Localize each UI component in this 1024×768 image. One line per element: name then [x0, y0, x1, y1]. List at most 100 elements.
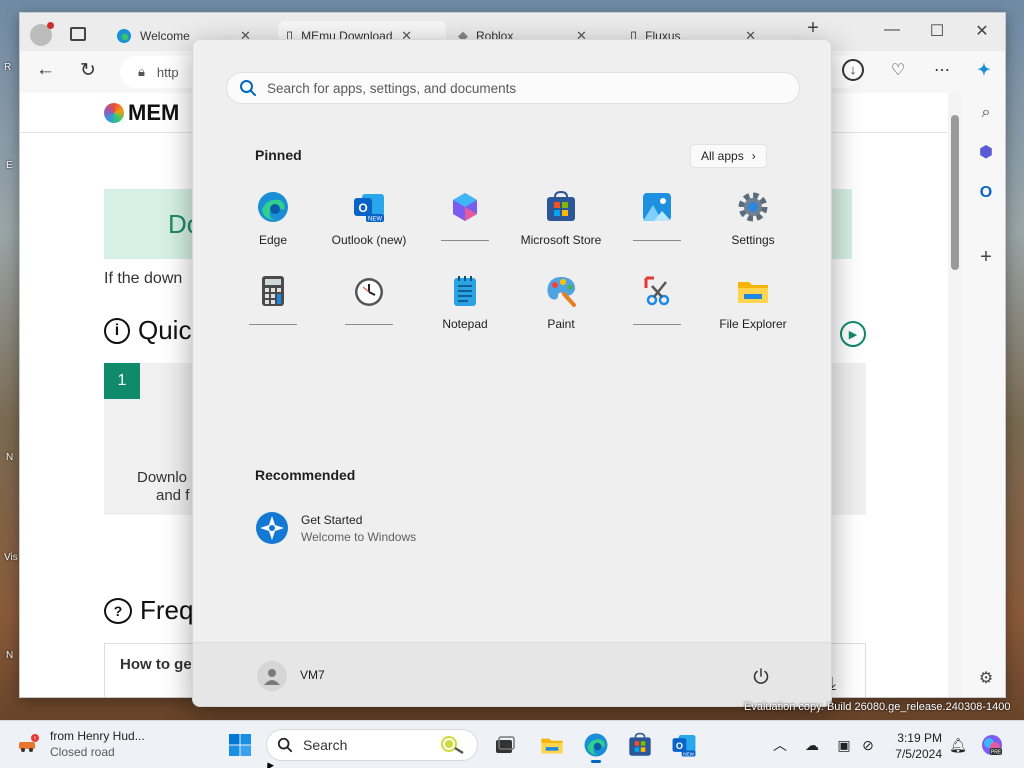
- desktop-icon-label: E: [6, 160, 13, 171]
- taskbar-outlook[interactable]: O NEW: [668, 729, 700, 761]
- photos-icon: [640, 190, 674, 224]
- start-button[interactable]: [224, 729, 256, 761]
- pinned-app-settings[interactable]: Settings: [705, 188, 801, 266]
- copilot-icon[interactable]: ✦: [972, 59, 996, 83]
- calculator-icon: [256, 274, 290, 308]
- recommended-item-get-started[interactable]: Get Started Welcome to Windows: [255, 511, 416, 545]
- clock-time: 3:19 PM: [897, 731, 942, 745]
- taskbar-microsoft-store[interactable]: [624, 729, 656, 761]
- downloads-icon[interactable]: ↓: [842, 59, 864, 81]
- pinned-app-microsoft-store[interactable]: Microsoft Store: [513, 188, 609, 266]
- window-close-button[interactable]: ✕: [967, 21, 997, 41]
- app-label: [633, 240, 681, 241]
- pinned-app-snipping-tool[interactable]: [609, 272, 705, 350]
- taskbar-search-label: Search: [303, 737, 348, 753]
- user-avatar[interactable]: [257, 661, 287, 691]
- pinned-app-calculator[interactable]: [225, 272, 321, 350]
- user-icon: [264, 669, 280, 685]
- app-label: [345, 324, 393, 325]
- pinned-app-copilot[interactable]: [417, 188, 513, 266]
- taskbar-edge[interactable]: [580, 729, 612, 763]
- outlook-icon: ONEW: [352, 190, 386, 224]
- settings-icon: [736, 190, 770, 224]
- more-icon[interactable]: ⋯: [930, 59, 954, 83]
- pinned-app-clock[interactable]: [321, 272, 417, 350]
- taskbar-search[interactable]: Search: [266, 729, 478, 761]
- task-view-icon: [496, 736, 515, 753]
- copilot-icon: [448, 190, 482, 224]
- app-label: [441, 240, 489, 241]
- cloud-offline-icon[interactable]: ☁: [802, 735, 822, 755]
- running-indicator: [591, 760, 601, 763]
- clock-date: 7/5/2024: [895, 747, 942, 761]
- search-highlight-icon: [437, 733, 471, 758]
- app-label: Notepad: [442, 317, 488, 331]
- search-icon: [240, 80, 256, 96]
- user-name[interactable]: VM7: [300, 668, 325, 682]
- taskbar-file-explorer[interactable]: [536, 729, 568, 761]
- recommended-title-text: Get Started: [301, 512, 363, 527]
- lock-icon: 🔒︎: [138, 64, 145, 79]
- gear-icon[interactable]: ⚙: [974, 667, 998, 691]
- pinned-app-outlook[interactable]: O NEW Outlook (new): [321, 188, 417, 266]
- store-icon: [544, 190, 578, 224]
- power-icon: [753, 668, 769, 684]
- pinned-app-edge[interactable]: Edge: [225, 188, 321, 266]
- recommended-title: Recommended: [255, 467, 356, 483]
- outlook-sidebar-icon[interactable]: O: [974, 181, 998, 205]
- notepad-icon: [448, 274, 482, 308]
- question-icon: ?: [104, 597, 132, 624]
- pinned-app-notepad[interactable]: Notepad: [417, 272, 513, 350]
- power-button[interactable]: [748, 663, 774, 689]
- system-clock[interactable]: 3:19 PM 7/5/2024: [886, 730, 942, 762]
- tab-actions-icon[interactable]: [70, 27, 86, 41]
- notification-bell-icon[interactable]: 🔔︎: [948, 735, 968, 755]
- search-icon: [277, 737, 293, 753]
- svg-text:NEW: NEW: [683, 751, 694, 756]
- minimize-button[interactable]: —: [877, 21, 907, 39]
- display-icon[interactable]: ▣: [834, 735, 854, 755]
- notification-dot: [47, 22, 54, 29]
- scrollbar-thumb[interactable]: [951, 115, 959, 270]
- paint-icon: [544, 274, 578, 308]
- step-text: and f: [156, 487, 190, 504]
- pinned-app-photos[interactable]: [609, 188, 705, 266]
- app-label: Paint: [547, 317, 575, 331]
- new-tab-button[interactable]: +: [798, 17, 828, 40]
- site-logo[interactable]: MEM: [104, 100, 179, 126]
- task-view-button[interactable]: [489, 729, 521, 761]
- start-search-box[interactable]: [226, 72, 800, 104]
- svg-text:O: O: [676, 741, 683, 751]
- play-icon[interactable]: ▶: [840, 321, 866, 347]
- network-icon[interactable]: ⊘: [858, 735, 878, 755]
- app-label: Microsoft Store: [520, 233, 602, 247]
- pinned-app-file-explorer[interactable]: File Explorer: [705, 272, 801, 350]
- traffic-alert-icon: !: [19, 734, 39, 752]
- search-icon[interactable]: ⌕: [974, 101, 998, 125]
- weather-widget[interactable]: ! from Henry Hud... Closed road: [16, 729, 145, 759]
- maximize-button[interactable]: ☐: [922, 21, 952, 41]
- url-text: http: [156, 64, 179, 80]
- chevron-up-icon[interactable]: ︿: [770, 735, 790, 755]
- step-number: 1: [104, 363, 140, 399]
- copilot-sidebar-icon[interactable]: ⬢: [974, 141, 998, 165]
- copilot-pre-icon[interactable]: PRE: [980, 735, 1004, 756]
- chevron-right-icon: ›: [751, 149, 756, 163]
- pinned-app-paint[interactable]: Paint: [513, 272, 609, 350]
- add-icon[interactable]: +: [974, 245, 998, 269]
- desktop-icon-label: Vis: [4, 552, 18, 563]
- desktop-icon-label: R: [4, 62, 12, 73]
- start-search-input[interactable]: [267, 80, 767, 96]
- app-label: Edge: [258, 233, 288, 247]
- refresh-icon[interactable]: ↻: [80, 59, 96, 82]
- browser-essentials-icon[interactable]: ♡: [886, 59, 910, 83]
- page-scrollbar[interactable]: [948, 93, 962, 697]
- get-started-icon: [256, 512, 288, 544]
- snipping-tool-icon: [640, 274, 674, 308]
- logo-text: MEM: [128, 100, 180, 125]
- back-icon[interactable]: ←: [36, 59, 55, 81]
- faq-heading: ? Freq: [104, 595, 193, 626]
- windows-logo-icon: [229, 734, 251, 756]
- profile-avatar[interactable]: [30, 22, 54, 46]
- all-apps-button[interactable]: All apps ›: [690, 144, 767, 168]
